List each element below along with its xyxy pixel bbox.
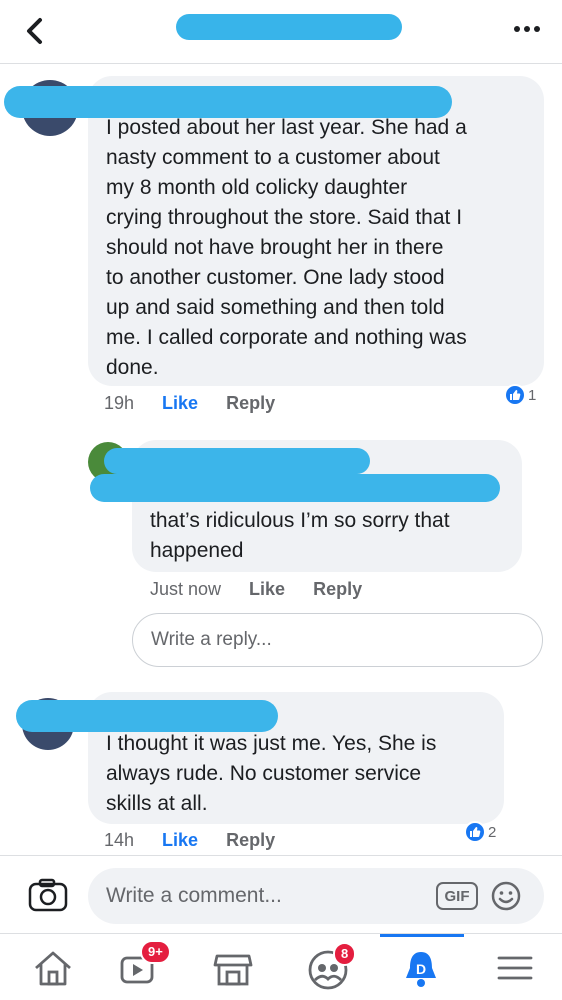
groups-badge: 8 (333, 942, 357, 966)
reaction-count: 2 (488, 823, 497, 841)
comment-text: I thought it was just me. Yes, She is al… (106, 732, 437, 815)
comment-composer: Write a comment... GIF (0, 855, 562, 933)
reply-button[interactable]: Reply (226, 830, 275, 851)
reply-input[interactable]: Write a reply... (132, 613, 543, 667)
back-arrow-icon[interactable] (20, 14, 50, 48)
reply-input-placeholder: Write a reply... (151, 629, 272, 650)
groups-tab[interactable]: 8 (305, 942, 357, 990)
video-badge: 9+ (140, 940, 171, 964)
comment-time: 14h (104, 830, 135, 850)
camera-icon[interactable] (28, 878, 68, 912)
reaction-summary[interactable]: 2 (464, 821, 496, 843)
comment-text: I posted about her last year. She had a … (106, 116, 467, 379)
bottom-nav: 9+ 8 D (0, 933, 562, 1000)
menu-icon[interactable] (492, 946, 538, 990)
top-bar (0, 0, 562, 64)
thumbs-up-icon (504, 384, 526, 406)
redacted-name (104, 448, 370, 474)
comment-time: 19h (104, 393, 135, 413)
home-icon[interactable] (30, 946, 76, 990)
redacted-name (16, 700, 278, 732)
gif-button[interactable]: GIF (436, 882, 478, 910)
reaction-count: 1 (528, 386, 537, 404)
emoji-icon[interactable] (490, 880, 522, 912)
svg-text:D: D (416, 961, 426, 977)
reaction-summary[interactable]: 1 (504, 384, 536, 406)
like-button[interactable]: Like (249, 579, 285, 600)
redacted-title (176, 14, 402, 40)
redacted-name (90, 474, 500, 502)
more-options-icon[interactable] (512, 16, 542, 42)
reply-button[interactable]: Reply (313, 579, 362, 600)
comment-input-placeholder: Write a comment... (106, 884, 282, 907)
comment-input[interactable]: Write a comment... GIF (88, 868, 544, 924)
reply-text: that’s ridiculous I’m so sorry that happ… (150, 509, 450, 562)
video-tab[interactable]: 9+ (118, 940, 171, 990)
thumbs-up-icon (464, 821, 486, 843)
like-button[interactable]: Like (162, 393, 198, 414)
reply-time: Just now (150, 579, 222, 599)
like-button[interactable]: Like (162, 830, 198, 851)
notifications-bell-icon[interactable]: D (398, 946, 444, 990)
reply-button[interactable]: Reply (226, 393, 275, 414)
active-tab-indicator (380, 934, 464, 937)
marketplace-icon[interactable] (210, 946, 256, 990)
